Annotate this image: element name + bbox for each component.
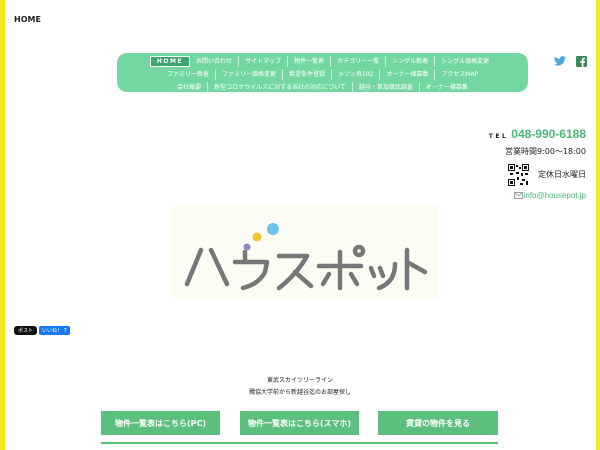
share-buttons: ポスト いいね！ 7 bbox=[14, 326, 70, 335]
nav-item-covid-response[interactable]: 新型コロナウイルスに対する当社の対応について bbox=[208, 81, 353, 93]
global-nav: HOME お問い合わせ サイトマップ 物件一覧表 カテゴリー一覧 シングル新着 … bbox=[117, 53, 528, 93]
site-logo[interactable] bbox=[171, 206, 438, 298]
tagline-line-2: 獨協大学前から新越谷迄のお部屋探し bbox=[248, 389, 351, 396]
business-hours: 営業時間9:00～18:00 bbox=[504, 147, 586, 156]
housepot-logo-graphic bbox=[184, 223, 428, 291]
tel-line: TEL 048-990-6188 bbox=[489, 127, 586, 141]
nav-row-1: HOME お問い合わせ サイトマップ 物件一覧表 カテゴリー一覧 シングル新着 … bbox=[123, 55, 522, 67]
nav-item-family-new[interactable]: ファミリー新着 bbox=[161, 68, 216, 80]
x-post-button[interactable]: ポスト bbox=[14, 326, 38, 335]
nav-item-single-new[interactable]: シングル新着 bbox=[386, 55, 436, 67]
nav-item-maison-kotobuki[interactable]: メゾン寿102 bbox=[332, 68, 381, 80]
nav-row-2: ファミリー新着 ファミリー価格変更 希望条件登録 メゾン寿102 オーナー様募集… bbox=[123, 68, 522, 80]
nav-item-access-map[interactable]: アクセスMAP bbox=[435, 69, 484, 80]
tel-prefix: TEL bbox=[488, 133, 509, 140]
nav-item-owner-recruit[interactable]: オーナー様募集 bbox=[380, 68, 436, 80]
property-list-smartphone-button[interactable]: 物件一覧表はこちら(スマホ) bbox=[240, 411, 359, 435]
nav-item-owner-recruit-2[interactable]: オーナー様募集 bbox=[420, 82, 474, 93]
closed-day: 定休日水曜日 bbox=[538, 170, 586, 179]
nav-item-koshigaya-soka[interactable]: 越谷・草加徹底調査 bbox=[353, 81, 420, 93]
nav-item-home[interactable]: HOME bbox=[149, 55, 191, 67]
nav-item-company[interactable]: 会社概要 bbox=[171, 81, 209, 93]
nav-item-category-list[interactable]: カテゴリー一覧 bbox=[331, 55, 387, 67]
twitter-icon[interactable] bbox=[553, 55, 567, 67]
tagline-line-1: 東武スカイツリーライン bbox=[266, 377, 333, 384]
section-divider bbox=[101, 442, 498, 444]
nav-item-contact[interactable]: お問い合わせ bbox=[190, 55, 240, 67]
nav-item-property-list[interactable]: 物件一覧表 bbox=[288, 55, 332, 67]
rental-properties-button[interactable]: 賃貸の物件を見る bbox=[378, 411, 498, 435]
qr-code bbox=[508, 164, 529, 186]
x-post-label: ポスト bbox=[18, 328, 34, 334]
facebook-like-label: いいね！ 7 bbox=[42, 328, 67, 334]
nav-item-family-price-change[interactable]: ファミリー価格変更 bbox=[216, 68, 283, 80]
facebook-like-button[interactable]: いいね！ 7 bbox=[39, 326, 70, 335]
nav-item-wish-registration[interactable]: 希望条件登録 bbox=[283, 68, 332, 80]
property-list-pc-button[interactable]: 物件一覧表はこちら(PC) bbox=[101, 411, 220, 435]
mail-icon bbox=[513, 192, 523, 199]
email-line: info@housepot.jp bbox=[513, 191, 586, 200]
nav-item-single-price-change[interactable]: シングル価格変更 bbox=[435, 56, 495, 67]
phone-number[interactable]: 048-990-6188 bbox=[511, 127, 586, 141]
home-link[interactable]: HOME bbox=[14, 15, 41, 24]
facebook-icon[interactable] bbox=[574, 55, 588, 67]
nav-row-3: 会社概要 新型コロナウイルスに対する当社の対応について 越谷・草加徹底調査 オー… bbox=[123, 81, 522, 93]
email-link[interactable]: info@housepot.jp bbox=[524, 191, 586, 200]
nav-item-sitemap[interactable]: サイトマップ bbox=[239, 55, 289, 67]
